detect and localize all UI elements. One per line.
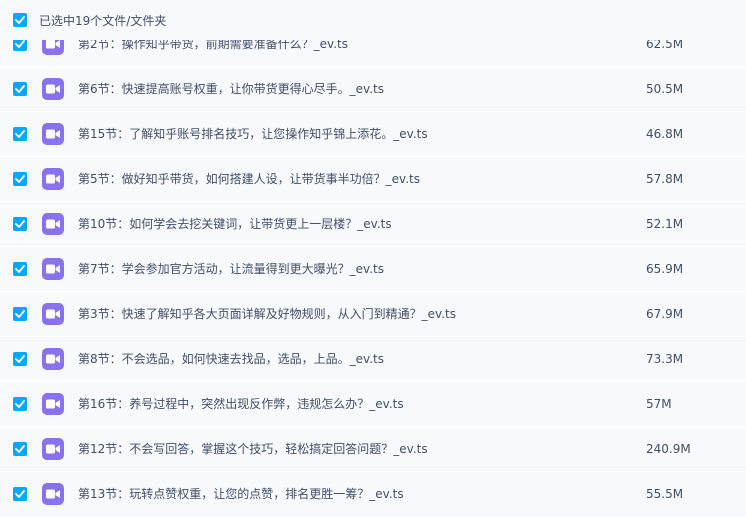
checkmark-icon [15,40,25,48]
file-size: 57.8M [646,172,684,186]
file-size: 46.8M [646,127,684,141]
select-all-checkbox[interactable] [13,13,27,27]
checkmark-icon [15,400,25,408]
file-row[interactable]: 第7节：学会参加官方活动，让流量得到更大曝光？_ev.ts 65.9M [0,247,746,292]
file-row[interactable]: 第5节：做好知乎带货，如何搭建人设，让带货事半功倍？_ev.ts 57.8M [0,157,746,202]
file-name[interactable]: 第13节：玩转点赞权重，让您的点赞，排名更胜一筹？_ev.ts [78,486,404,502]
camera-icon [46,309,60,319]
file-size: 57M [646,397,672,411]
video-file-icon [42,438,64,460]
camera-icon [46,399,60,409]
row-checkbox[interactable] [13,127,27,141]
file-size: 50.5M [646,82,684,96]
file-name[interactable]: 第3节：快速了解知乎各大页面详解及好物规则，从入门到精通？_ev.ts [78,306,456,322]
row-checkbox[interactable] [13,262,27,276]
checkmark-icon [15,265,25,273]
video-file-icon [42,393,64,415]
file-row[interactable]: 第10节：如何学会去挖关键词，让带货更上一层楼？_ev.ts 52.1M [0,202,746,247]
file-row[interactable]: 第12节：不会写回答，掌握这个技巧，轻松搞定回答问题？_ev.ts 240.9M [0,427,746,472]
video-file-icon [42,123,64,145]
file-size: 55.5M [646,487,684,501]
video-file-icon [42,348,64,370]
video-file-icon [42,168,64,190]
row-checkbox[interactable] [13,352,27,366]
video-file-icon [42,258,64,280]
row-checkbox[interactable] [13,217,27,231]
file-name[interactable]: 第6节：快速提高账号权重，让你带货更得心尽手。_ev.ts [78,81,384,97]
checkmark-icon [15,310,25,318]
file-row[interactable]: 第8节：不会选品，如何快速去找品，选品，上品。_ev.ts 73.3M [0,337,746,382]
camera-icon [46,444,60,454]
file-name[interactable]: 第10节：如何学会去挖关键词，让带货更上一层楼？_ev.ts [78,216,392,232]
checkmark-icon [15,175,25,183]
camera-icon [46,354,60,364]
checkmark-icon [15,16,25,24]
camera-icon [46,129,60,139]
file-size: 240.9M [646,442,691,456]
video-file-icon [42,213,64,235]
row-checkbox[interactable] [13,82,27,96]
file-row[interactable]: 第15节：了解知乎账号排名技巧，让您操作知乎锦上添花。_ev.ts 46.8M [0,112,746,157]
checkmark-icon [15,130,25,138]
file-row[interactable]: 第6节：快速提高账号权重，让你带货更得心尽手。_ev.ts 50.5M [0,67,746,112]
file-row[interactable]: 第3节：快速了解知乎各大页面详解及好物规则，从入门到精通？_ev.ts 67.9M [0,292,746,337]
row-checkbox[interactable] [13,307,27,321]
file-row[interactable]: 第13节：玩转点赞权重，让您的点赞，排名更胜一筹？_ev.ts 55.5M [0,472,746,517]
file-name[interactable]: 第12节：不会写回答，掌握这个技巧，轻松搞定回答问题？_ev.ts [78,441,428,457]
camera-icon [46,84,60,94]
file-name[interactable]: 第7节：学会参加官方活动，让流量得到更大曝光？_ev.ts [78,261,384,277]
file-size: 67.9M [646,307,684,321]
camera-icon [46,264,60,274]
file-list: 第2节：操作知乎带货，前期需要准备什么？_ev.ts 62.5M 第6节：快速提高账… [0,0,746,517]
checkmark-icon [15,445,25,453]
video-file-icon [42,483,64,505]
file-name[interactable]: 第15节：了解知乎账号排名技巧，让您操作知乎锦上添花。_ev.ts [78,126,428,142]
selection-count-label: 已选中19个文件/文件夹 [39,13,167,28]
row-checkbox[interactable] [13,487,27,501]
checkmark-icon [15,220,25,228]
checkmark-icon [15,355,25,363]
file-size: 65.9M [646,262,684,276]
video-file-icon [42,78,64,100]
video-file-icon [42,303,64,325]
camera-icon [46,219,60,229]
selection-header: 已选中19个文件/文件夹 [0,0,746,40]
checkmark-icon [15,490,25,498]
file-size: 52.1M [646,217,684,231]
file-row[interactable]: 第16节：养号过程中，突然出现反作弊，违规怎么办？_ev.ts 57M [0,382,746,427]
file-size: 73.3M [646,352,684,366]
file-name[interactable]: 第8节：不会选品，如何快速去找品，选品，上品。_ev.ts [78,351,384,367]
file-name[interactable]: 第5节：做好知乎带货，如何搭建人设，让带货事半功倍？_ev.ts [78,171,420,187]
file-name[interactable]: 第16节：养号过程中，突然出现反作弊，违规怎么办？_ev.ts [78,396,404,412]
row-checkbox[interactable] [13,397,27,411]
checkmark-icon [15,85,25,93]
camera-icon [46,174,60,184]
row-checkbox[interactable] [13,442,27,456]
row-checkbox[interactable] [13,172,27,186]
camera-icon [46,489,60,499]
